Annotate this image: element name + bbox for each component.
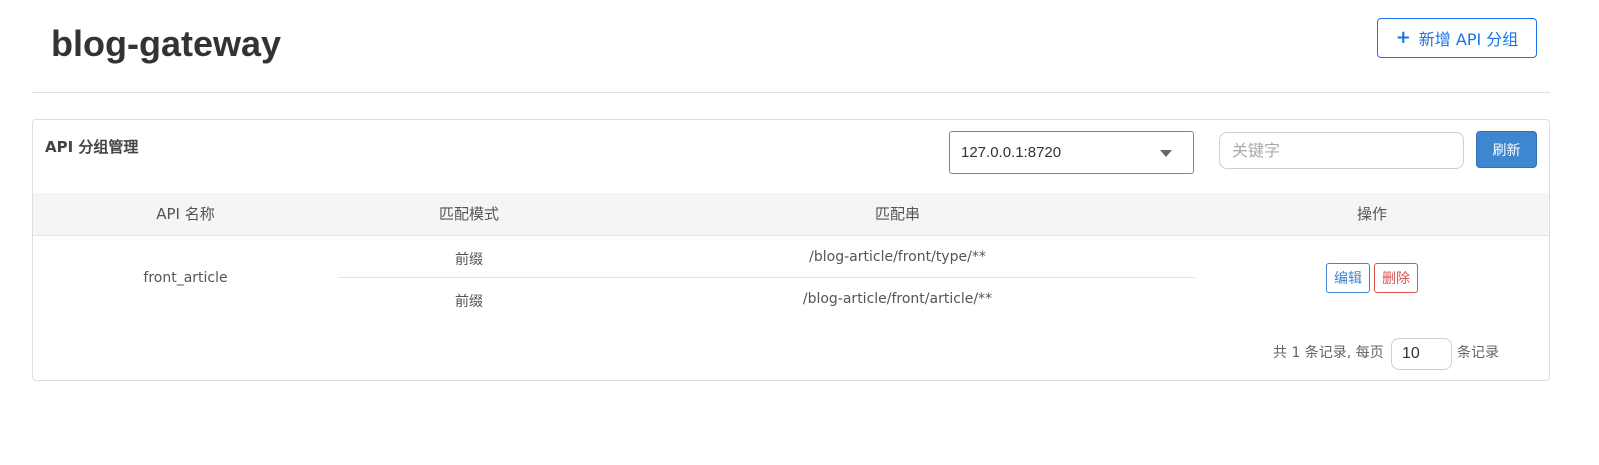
match-pattern-cell: /blog-article/front/type/** (809, 249, 986, 265)
machine-select-value: 127.0.0.1:8720 (961, 144, 1062, 161)
add-api-group-label: 新增 API 分组 (1418, 30, 1519, 49)
refresh-button[interactable]: 刷新 (1476, 131, 1537, 168)
page-size-input[interactable] (1391, 338, 1452, 370)
delete-button[interactable]: 删除 (1374, 263, 1418, 293)
api-group-panel: API 分组管理 127.0.0.1:8720 刷新 API 名称 匹配模式 匹… (32, 119, 1550, 381)
panel-title: API 分组管理 (45, 138, 139, 156)
title-divider (31, 92, 1550, 93)
page-title: blog-gateway (51, 23, 282, 64)
pagination-total-text: 共 1 条记录, 每页 (1273, 345, 1384, 361)
column-header-actions: 操作 (1356, 205, 1387, 223)
api-name-cell: front_article (143, 270, 228, 286)
caret-down-icon (1160, 150, 1172, 157)
match-mode-cell: 前缀 (455, 252, 483, 268)
pagination-suffix-text: 条记录 (1457, 345, 1499, 361)
table-header: API 名称 匹配模式 匹配串 操作 (33, 193, 1549, 236)
keyword-search-input[interactable] (1219, 132, 1464, 169)
machine-select[interactable]: 127.0.0.1:8720 (949, 131, 1194, 174)
predicate-divider (338, 277, 1195, 278)
column-header-api-name: API 名称 (156, 205, 215, 223)
add-api-group-button[interactable]: + 新增 API 分组 (1377, 18, 1537, 58)
plus-icon: + (1395, 27, 1411, 48)
match-mode-cell: 前缀 (455, 294, 483, 310)
column-header-match-pattern: 匹配串 (874, 205, 920, 223)
edit-button[interactable]: 编辑 (1326, 263, 1370, 293)
column-header-match-mode: 匹配模式 (438, 205, 499, 223)
match-pattern-cell: /blog-article/front/article/** (802, 291, 993, 307)
